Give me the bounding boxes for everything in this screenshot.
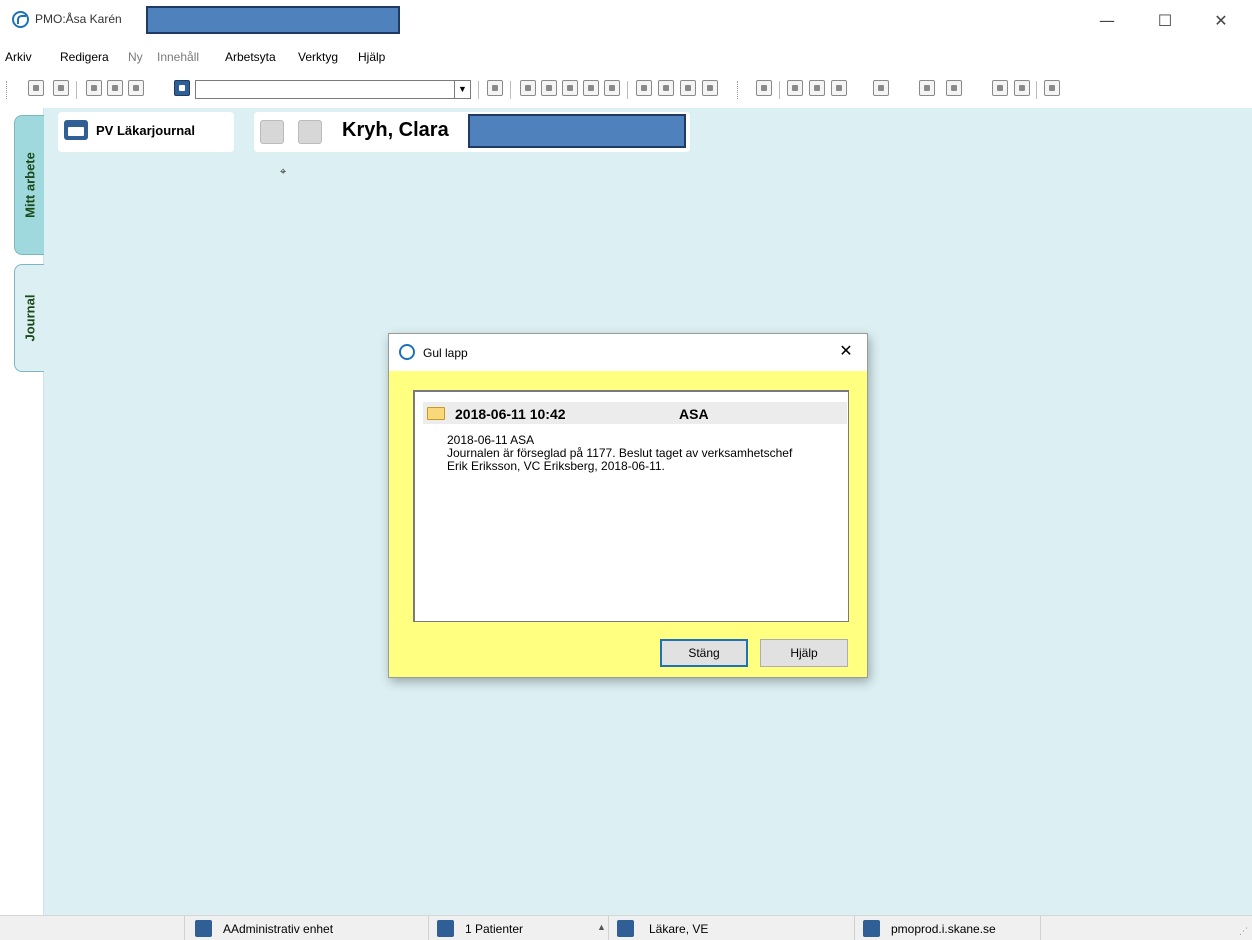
media-icon[interactable] <box>946 80 962 96</box>
redacted-block <box>468 114 686 148</box>
search-icon[interactable] <box>28 80 44 96</box>
calendar-icon[interactable] <box>702 80 718 96</box>
chevron-down-icon[interactable]: ▼ <box>454 81 470 98</box>
gul-lapp-dialog: Gul lapp ✕ 2018-06-11 10:42 ASA 2018-06-… <box>388 333 868 678</box>
role-icon <box>617 920 634 937</box>
edit-icon[interactable] <box>831 80 847 96</box>
users-add-icon[interactable] <box>787 80 803 96</box>
pin-tool-icon[interactable] <box>1044 80 1060 96</box>
tab-label: Journal <box>22 294 37 342</box>
menu-arbetsyta[interactable]: Arbetsyta <box>225 50 276 64</box>
home-icon[interactable] <box>260 120 284 144</box>
journal-card[interactable]: PV Läkarjournal <box>58 112 234 152</box>
toolbar-separator <box>627 81 628 99</box>
toolbar-grip[interactable] <box>6 81 9 99</box>
layout-split-h-icon[interactable] <box>541 80 557 96</box>
chevron-up-icon[interactable]: ▲ <box>597 922 606 932</box>
patient-icon[interactable] <box>174 80 190 96</box>
patient-card: Kryh, Clara <box>254 112 690 152</box>
toolbar-separator <box>510 81 511 99</box>
title-bar: PMO:Åsa Karén — ☐ ✕ <box>0 0 1252 42</box>
person-icon[interactable] <box>873 80 889 96</box>
pin-icon[interactable]: ⌖ <box>280 165 286 179</box>
smiley-icon[interactable] <box>1014 80 1030 96</box>
status-unit[interactable]: AAdministrativ enhet <box>184 916 428 940</box>
person-icon <box>437 920 454 937</box>
toolbar-grip[interactable] <box>737 81 740 99</box>
toolbar: ▼ <box>0 77 1252 103</box>
maximize-button[interactable]: ☐ <box>1142 6 1188 36</box>
status-unit-label: AAdministrativ enhet <box>223 922 334 936</box>
patient-combo[interactable]: ▼ <box>195 80 471 99</box>
folder-icon <box>427 407 445 420</box>
dialog-title: Gul lapp <box>423 346 468 360</box>
status-patients[interactable]: 1 Patienter ▲ <box>428 916 608 940</box>
minimize-button[interactable]: — <box>1084 6 1130 36</box>
dialog-body: 2018-06-11 10:42 ASA 2018-06-11 ASA Jour… <box>389 371 867 677</box>
tab-label: Mitt arbete <box>22 152 37 218</box>
print-icon[interactable] <box>86 80 102 96</box>
clear-icon[interactable] <box>53 80 69 96</box>
person-badge-icon[interactable] <box>298 120 322 144</box>
toolbar-separator <box>779 81 780 99</box>
clipboard-icon[interactable] <box>809 80 825 96</box>
note-panel[interactable]: 2018-06-11 10:42 ASA 2018-06-11 ASA Jour… <box>413 390 849 622</box>
menu-bar: Arkiv Redigera Ny Innehåll Arbetsyta Ver… <box>0 46 1252 68</box>
status-bar: AAdministrativ enhet 1 Patienter ▲ Läkar… <box>0 915 1252 940</box>
menu-arkiv[interactable]: Arkiv <box>5 50 32 64</box>
window-icon[interactable] <box>756 80 772 96</box>
status-role-label: Läkare, VE <box>649 922 709 936</box>
help-button[interactable]: Hjälp <box>760 639 848 667</box>
menu-verktyg[interactable]: Verktyg <box>298 50 338 64</box>
status-patients-label: 1 Patienter <box>465 922 524 936</box>
copy-icon[interactable] <box>107 80 123 96</box>
patient-name: Kryh, Clara <box>342 119 449 141</box>
folder-icon <box>64 120 88 140</box>
menu-ny[interactable]: Ny <box>128 50 143 64</box>
tab-mitt-arbete[interactable]: Mitt arbete <box>14 115 44 255</box>
note-date: 2018-06-11 10:42 <box>455 406 566 422</box>
layout-grid-icon[interactable] <box>520 80 536 96</box>
menu-redigera[interactable]: Redigera <box>60 50 109 64</box>
app-logo-icon <box>399 344 415 360</box>
dialog-close-button[interactable]: ✕ <box>835 340 857 362</box>
home-icon <box>195 920 212 937</box>
note-author: ASA <box>679 406 709 422</box>
status-empty <box>1040 916 1252 940</box>
note-header[interactable]: 2018-06-11 10:42 ASA <box>423 402 847 424</box>
redacted-block <box>146 6 400 34</box>
note-line: Erik Eriksson, VC Eriksberg, 2018-06-11. <box>447 459 665 473</box>
toolbar-separator <box>76 81 77 99</box>
mail-icon[interactable] <box>636 80 652 96</box>
window-title: PMO:Åsa Karén <box>35 12 122 26</box>
toolbar-separator <box>1036 81 1037 99</box>
tab-journal[interactable]: Journal <box>14 264 44 372</box>
resize-grip-icon[interactable]: ⋰ <box>1239 927 1248 937</box>
toolbar-separator <box>478 81 479 99</box>
asterisk-icon[interactable] <box>658 80 674 96</box>
status-server-label: pmoprod.i.skane.se <box>891 922 996 936</box>
close-window-button[interactable]: ✕ <box>1198 6 1244 36</box>
menu-hjalp[interactable]: Hjälp <box>358 50 385 64</box>
layout-columns-icon[interactable] <box>562 80 578 96</box>
note-icon[interactable] <box>919 80 935 96</box>
refresh-icon[interactable] <box>487 80 503 96</box>
users-icon[interactable] <box>680 80 696 96</box>
status-role[interactable]: Läkare, VE <box>608 916 854 940</box>
document-icon[interactable] <box>128 80 144 96</box>
computer-icon <box>863 920 880 937</box>
journal-label: PV Läkarjournal <box>96 123 195 138</box>
menu-innehall[interactable]: Innehåll <box>157 50 199 64</box>
layout-single-icon[interactable] <box>604 80 620 96</box>
layout-rows-icon[interactable] <box>583 80 599 96</box>
status-server[interactable]: pmoprod.i.skane.se <box>854 916 1040 940</box>
close-button[interactable]: Stäng <box>660 639 748 667</box>
app-logo-icon <box>12 11 29 28</box>
chart-icon[interactable] <box>992 80 1008 96</box>
